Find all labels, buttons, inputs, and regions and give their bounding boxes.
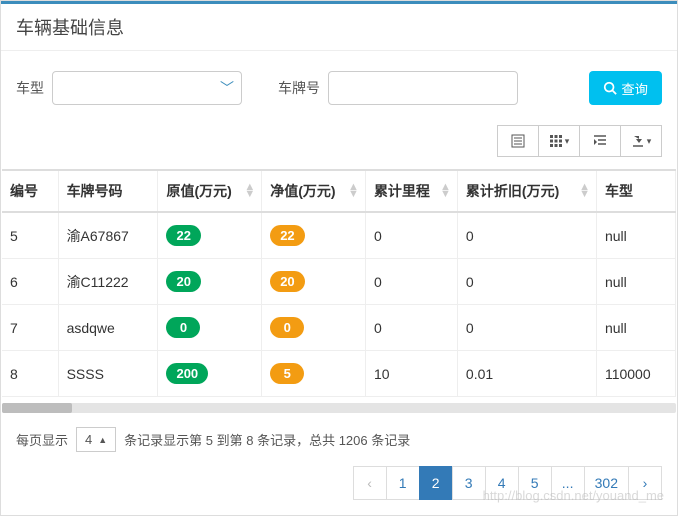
table-row[interactable]: 5渝A67867222200null xyxy=(2,212,676,259)
filter-bar: 车型 ﹀ 车牌号 查询 xyxy=(1,51,677,125)
indent-button[interactable] xyxy=(579,125,621,157)
table-row[interactable]: 8SSSS 200 5 100.01110000 xyxy=(2,351,676,397)
cell-orig: 22 xyxy=(158,212,262,259)
type-input[interactable] xyxy=(52,71,242,105)
cell-orig: 20 xyxy=(158,259,262,305)
export-button[interactable]: ▾ xyxy=(620,125,662,157)
page-prev[interactable]: ‹ xyxy=(353,466,387,500)
col-header[interactable]: 原值(万元)▲▼ xyxy=(158,170,262,212)
cell-dep: 0 xyxy=(457,259,596,305)
cell-type: 110000 xyxy=(596,351,675,397)
panel: 车辆基础信息 车型 ﹀ 车牌号 查询 ▾ ▾ xyxy=(0,0,678,516)
table-footer: 每页显示 4 ▲ 条记录显示第 5 到第 8 条记录，总共 1206 条记录 ‹… xyxy=(1,427,677,515)
type-select[interactable]: ﹀ xyxy=(52,71,242,105)
badge-original: 22 xyxy=(166,225,200,246)
page-5[interactable]: 5 xyxy=(518,466,552,500)
plate-input[interactable] xyxy=(328,71,518,105)
col-header[interactable]: 累计里程▲▼ xyxy=(365,170,457,212)
grid-icon xyxy=(549,134,563,148)
page-3[interactable]: 3 xyxy=(452,466,486,500)
cell-id: 8 xyxy=(2,351,58,397)
badge-net: 22 xyxy=(270,225,304,246)
sort-icon: ▲▼ xyxy=(579,184,590,198)
cell-dep: 0 xyxy=(457,212,596,259)
h-scrollbar[interactable] xyxy=(2,403,676,413)
cell-id: 7 xyxy=(2,305,58,351)
cell-net: 5 xyxy=(262,351,366,397)
h-scrollbar-thumb[interactable] xyxy=(2,403,72,413)
col-header[interactable]: 车牌号码 xyxy=(58,170,158,212)
sort-icon: ▲▼ xyxy=(348,184,359,198)
panel-title: 车辆基础信息 xyxy=(1,4,677,51)
indent-icon xyxy=(593,134,607,148)
table-row[interactable]: 6渝C11222202000null xyxy=(2,259,676,305)
badge-original: 0 xyxy=(166,317,200,338)
page-ellipsis: ... xyxy=(551,466,585,500)
cell-mileage: 0 xyxy=(365,305,457,351)
badge-net: 20 xyxy=(270,271,304,292)
caret-down-icon: ▾ xyxy=(647,136,652,147)
page-2[interactable]: 2 xyxy=(419,466,453,500)
page-4[interactable]: 4 xyxy=(485,466,519,500)
col-header[interactable]: 净值(万元)▲▼ xyxy=(262,170,366,212)
cell-orig: 0 xyxy=(158,305,262,351)
cell-mileage: 10 xyxy=(365,351,457,397)
col-header[interactable]: 车型 xyxy=(596,170,675,212)
badge-net: 5 xyxy=(270,363,304,384)
cell-net: 20 xyxy=(262,259,366,305)
per-page-select[interactable]: 4 ▲ xyxy=(76,427,116,452)
cell-id: 5 xyxy=(2,212,58,259)
columns-button[interactable]: ▾ xyxy=(538,125,580,157)
col-header[interactable]: 编号 xyxy=(2,170,58,212)
cell-plate: asdqwe xyxy=(58,305,158,351)
cell-orig: 200 xyxy=(158,351,262,397)
cell-mileage: 0 xyxy=(365,259,457,305)
cell-plate: 渝C11222 xyxy=(58,259,158,305)
search-icon xyxy=(603,81,617,95)
page-302[interactable]: 302 xyxy=(584,466,629,500)
badge-original: 20 xyxy=(166,271,200,292)
cell-id: 6 xyxy=(2,259,58,305)
cell-plate: 渝A67867 xyxy=(58,212,158,259)
badge-original: 200 xyxy=(166,363,208,384)
export-icon xyxy=(631,134,645,148)
page-next[interactable]: › xyxy=(628,466,662,500)
cell-net: 22 xyxy=(262,212,366,259)
list-icon xyxy=(511,134,525,148)
caret-down-icon: ▾ xyxy=(565,136,570,147)
cell-dep: 0.01 xyxy=(457,351,596,397)
cell-type: null xyxy=(596,259,675,305)
table-wrap: 编号车牌号码原值(万元)▲▼净值(万元)▲▼累计里程▲▼累计折旧(万元)▲▼车型… xyxy=(1,169,677,397)
sort-icon: ▲▼ xyxy=(244,184,255,198)
col-header[interactable]: 累计折旧(万元)▲▼ xyxy=(457,170,596,212)
records-info: 条记录显示第 5 到第 8 条记录，总共 1206 条记录 xyxy=(124,430,410,449)
cell-plate: SSSS xyxy=(58,351,158,397)
caret-up-icon: ▲ xyxy=(98,435,107,445)
page-1[interactable]: 1 xyxy=(386,466,420,500)
query-button[interactable]: 查询 xyxy=(589,71,662,105)
plate-label: 车牌号 xyxy=(278,78,320,98)
per-page-label: 每页显示 xyxy=(16,430,68,449)
table-row[interactable]: 7asdqwe0000null xyxy=(2,305,676,351)
pagination: ‹12345...302› xyxy=(16,466,662,500)
vehicle-table: 编号车牌号码原值(万元)▲▼净值(万元)▲▼累计里程▲▼累计折旧(万元)▲▼车型… xyxy=(2,169,676,397)
toggle-pane-button[interactable] xyxy=(497,125,539,157)
table-toolbar: ▾ ▾ xyxy=(1,125,677,169)
cell-net: 0 xyxy=(262,305,366,351)
sort-icon: ▲▼ xyxy=(440,184,451,198)
cell-type: null xyxy=(596,212,675,259)
type-label: 车型 xyxy=(16,78,44,98)
cell-dep: 0 xyxy=(457,305,596,351)
cell-mileage: 0 xyxy=(365,212,457,259)
cell-type: null xyxy=(596,305,675,351)
badge-net: 0 xyxy=(270,317,304,338)
